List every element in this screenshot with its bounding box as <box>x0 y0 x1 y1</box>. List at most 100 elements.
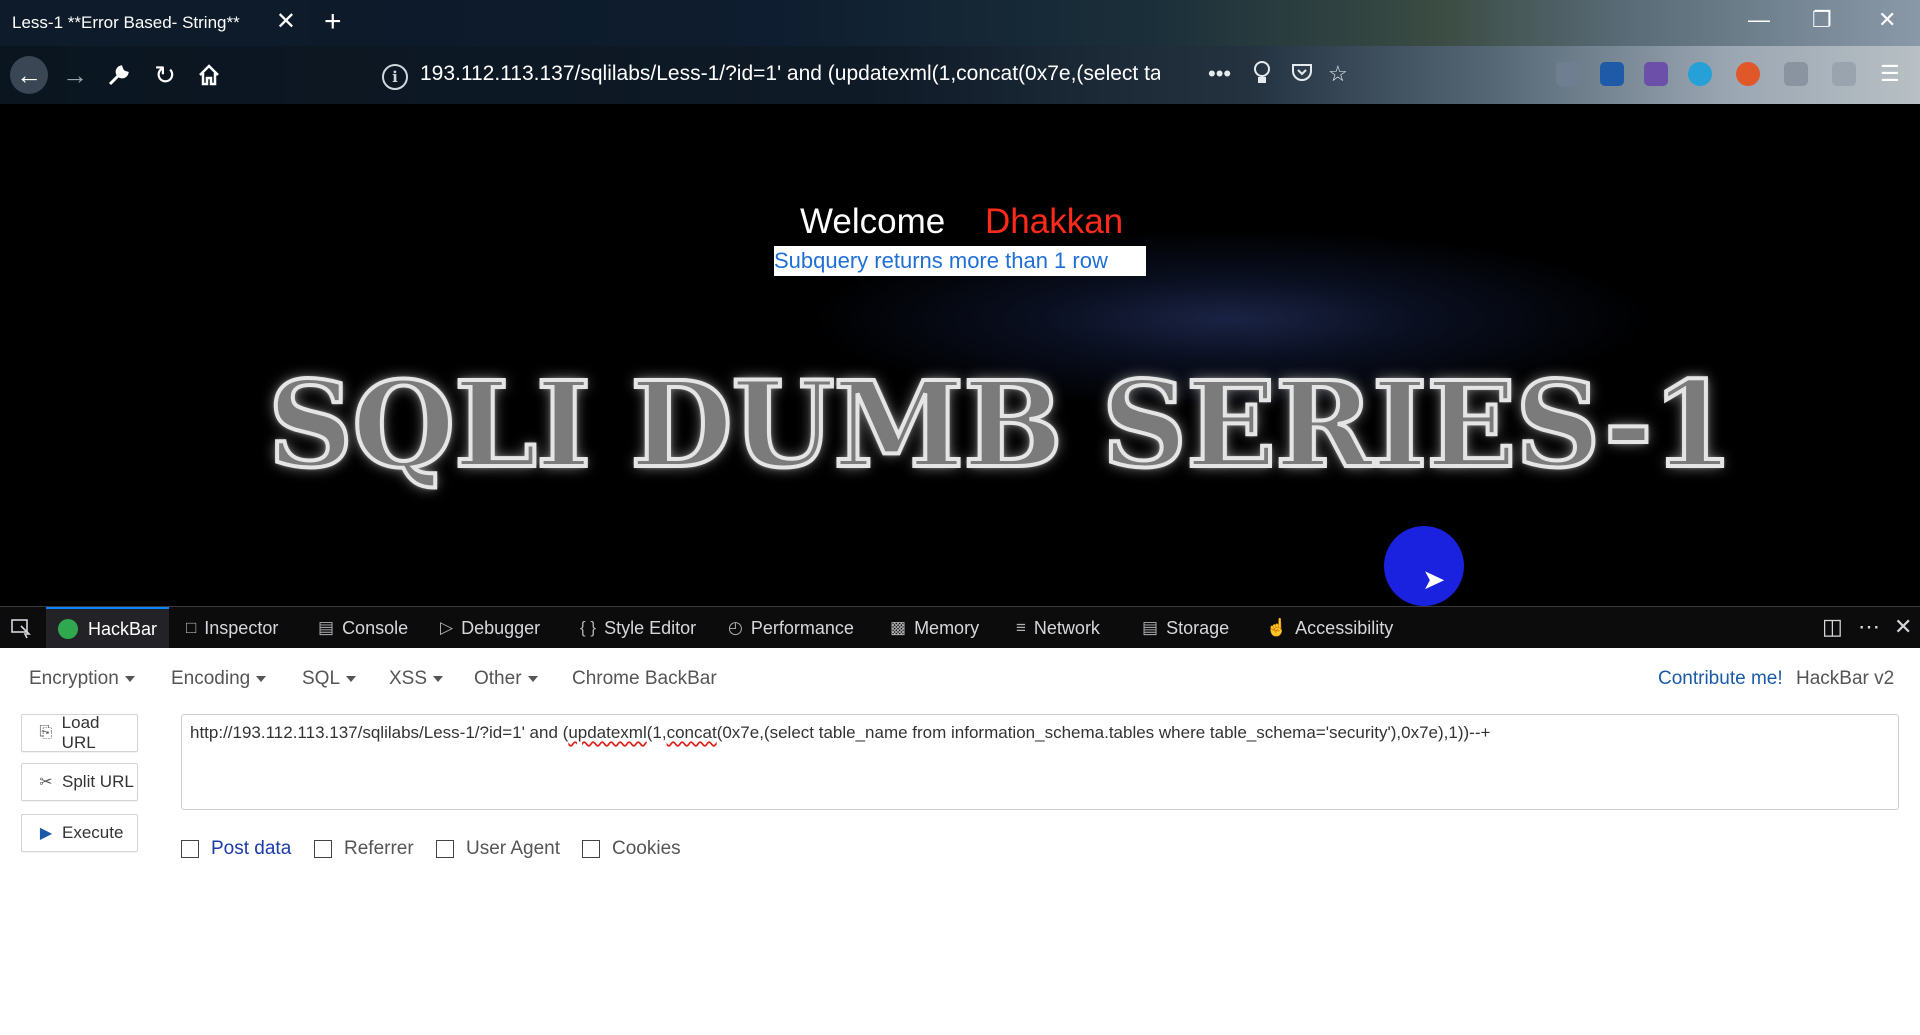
forward-arrow-icon[interactable]: → <box>58 58 92 92</box>
split-url-button[interactable]: ✂ Split URL <box>21 763 138 801</box>
referrer-checkbox[interactable]: Referrer <box>314 838 414 860</box>
restore-icon[interactable]: ❐ <box>1812 8 1832 32</box>
load-url-button[interactable]: ⎘ Load URL <box>21 713 138 752</box>
home-icon[interactable] <box>192 58 226 92</box>
tab-label: Console <box>342 617 409 638</box>
post-data-checkbox[interactable]: Post data <box>181 838 291 860</box>
checkbox-label: Post data <box>211 838 292 859</box>
info-icon[interactable]: i <box>382 64 408 90</box>
inspector-icon: □ <box>186 618 197 637</box>
caret-down-icon <box>433 675 444 682</box>
tab-performance[interactable]: ◴ Performance <box>728 607 854 649</box>
menu-sql[interactable]: SQL <box>302 668 357 690</box>
menu-label: XSS <box>389 668 428 689</box>
extension-icon[interactable] <box>1644 62 1668 86</box>
extension-icon[interactable] <box>1600 62 1624 86</box>
tab-label: Debugger <box>461 617 541 638</box>
navigation-bar: ← → ↻ i 193.112.113.137/sqlilabs/Less-1/… <box>0 46 1920 104</box>
play-icon: ▶ <box>39 825 53 842</box>
element-picker-icon[interactable] <box>10 607 32 649</box>
menu-encryption[interactable]: Encryption <box>29 668 135 690</box>
tab-title: Less-1 **Error Based- String** <box>12 13 240 32</box>
menu-label: Encoding <box>171 668 251 689</box>
menu-chrome-backbar[interactable]: Chrome BackBar <box>572 668 717 690</box>
extension-icon[interactable] <box>1832 62 1856 86</box>
error-message: Subquery returns more than 1 row <box>774 246 1146 276</box>
extension-icon[interactable] <box>1688 62 1712 86</box>
browser-tab[interactable]: Less-1 **Error Based- String** ✕ <box>0 0 310 46</box>
reload-icon[interactable]: ↻ <box>148 58 182 92</box>
minimize-icon[interactable]: — <box>1748 8 1770 32</box>
hackbar-panel: Encryption Encoding SQL XSS Other Chrome… <box>0 648 1920 1035</box>
scissors-icon: ✂ <box>39 774 53 791</box>
accessibility-icon: ☝ <box>1266 618 1288 637</box>
url-part: http://193.112.113.137/sqlilabs/Less-1/?… <box>190 723 569 742</box>
title-bar: Less-1 **Error Based- String** ✕ + — ❐ ✕ <box>0 0 1920 46</box>
tab-console[interactable]: ▤ Console <box>318 607 408 649</box>
user-agent-checkbox[interactable]: User Agent <box>436 838 560 860</box>
mouse-pointer-icon: ➤ <box>1422 564 1446 595</box>
tab-storage[interactable]: ▤ Storage <box>1142 607 1229 649</box>
more-options-icon[interactable]: ⋯ <box>1858 615 1880 639</box>
checkbox-box[interactable] <box>582 840 600 858</box>
tab-label: Network <box>1033 617 1100 638</box>
page-content: Welcome Dhakkan Subquery returns more th… <box>0 104 1920 606</box>
contribute-link[interactable]: Contribute me! <box>1658 668 1783 690</box>
url-bar[interactable]: 193.112.113.137/sqlilabs/Less-1/?id=1' a… <box>420 62 1160 86</box>
menu-icon[interactable]: ☰ <box>1880 60 1900 88</box>
menu-label: SQL <box>302 668 341 689</box>
caret-down-icon <box>527 675 538 682</box>
lightbulb-icon[interactable] <box>1252 60 1272 93</box>
pocket-icon[interactable] <box>1290 60 1314 91</box>
execute-button[interactable]: ▶ Execute <box>21 814 138 852</box>
tab-hackbar[interactable]: HackBar <box>46 607 170 649</box>
url-textarea[interactable]: http://193.112.113.137/sqlilabs/Less-1/?… <box>181 714 1899 810</box>
extension-icon[interactable] <box>1736 62 1760 86</box>
menu-label: Other <box>474 668 522 689</box>
hackbar-icon <box>58 619 78 639</box>
close-devtools-icon[interactable]: ✕ <box>1894 615 1912 639</box>
tab-label: Memory <box>914 617 980 638</box>
window-close-icon[interactable]: ✕ <box>1878 8 1896 32</box>
tab-debugger[interactable]: ▷ Debugger <box>440 607 540 649</box>
back-arrow-icon[interactable]: ← <box>10 56 48 94</box>
extension-icon[interactable] <box>1556 62 1580 86</box>
style-editor-icon: { } <box>580 618 597 637</box>
tab-close-icon[interactable]: ✕ <box>276 10 296 34</box>
checkbox-label: Cookies <box>612 838 681 859</box>
tab-label: Inspector <box>204 617 279 638</box>
tab-style-editor[interactable]: { } Style Editor <box>580 607 696 649</box>
caret-down-icon <box>346 675 357 682</box>
menu-encoding[interactable]: Encoding <box>171 668 267 690</box>
tab-accessibility[interactable]: ☝ Accessibility <box>1266 607 1393 649</box>
tab-memory[interactable]: ▩ Memory <box>890 607 979 649</box>
extension-icon[interactable] <box>1784 62 1808 86</box>
wrench-icon[interactable] <box>102 58 136 92</box>
cookies-checkbox[interactable]: Cookies <box>582 838 681 860</box>
username-text: Dhakkan <box>985 202 1124 241</box>
checkbox-box[interactable] <box>314 840 332 858</box>
tab-label: Performance <box>750 617 854 638</box>
network-icon: ≡ <box>1016 618 1026 637</box>
url-part: concat <box>666 723 717 742</box>
welcome-text: Welcome <box>800 202 946 241</box>
caret-down-icon <box>124 675 135 682</box>
tab-inspector[interactable]: □ Inspector <box>186 607 278 649</box>
star-icon[interactable]: ☆ <box>1328 60 1348 88</box>
tab-label: Accessibility <box>1295 617 1394 638</box>
tab-label: HackBar <box>88 618 158 639</box>
debugger-icon: ▷ <box>440 618 454 637</box>
tab-label: Style Editor <box>604 617 697 638</box>
more-dots-icon[interactable]: ••• <box>1208 60 1231 88</box>
caret-down-icon <box>256 675 267 682</box>
checkbox-box[interactable] <box>436 840 454 858</box>
new-tab-button[interactable]: + <box>324 6 342 38</box>
menu-xss[interactable]: XSS <box>389 668 444 690</box>
menu-other[interactable]: Other <box>474 668 538 690</box>
performance-icon: ◴ <box>728 618 743 637</box>
tab-network[interactable]: ≡ Network <box>1016 607 1100 649</box>
checkbox-box[interactable] <box>181 840 199 858</box>
url-part: updatexml <box>568 723 647 742</box>
dock-icon[interactable]: ◫ <box>1822 615 1843 639</box>
console-icon: ▤ <box>318 618 335 637</box>
